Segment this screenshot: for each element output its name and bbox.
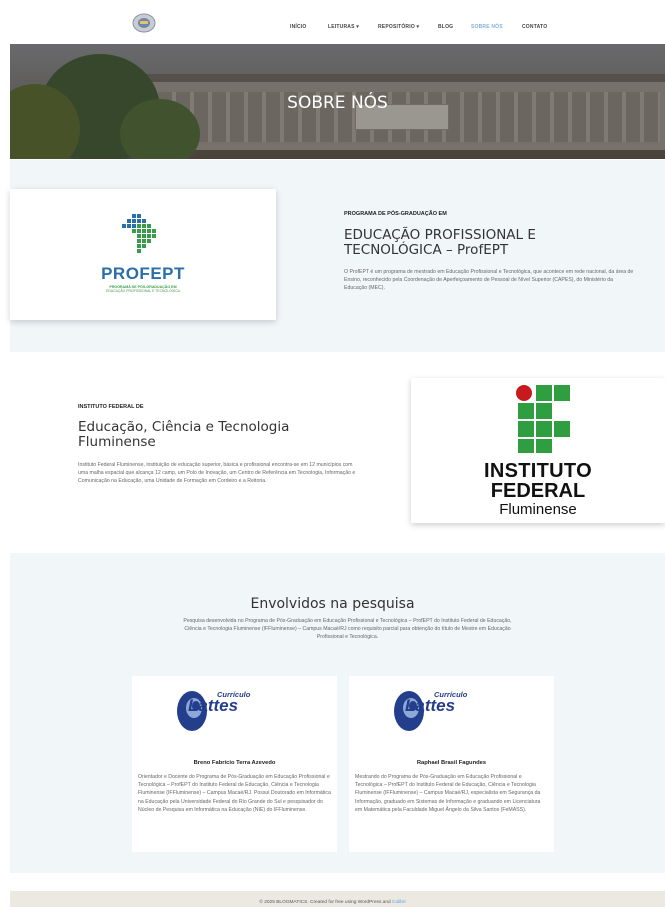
researcher-name: Raphael Brasil Fagundes <box>416 760 487 766</box>
profept-logo-name: PROFEPT <box>101 264 185 283</box>
main-nav: INÍCIO LEITURAS ▾ REPOSITÓRIO ▾ BLOG SOB… <box>0 24 665 34</box>
profept-logo-card: PROFEPT PROGRAMA DE PÓS-GRADUAÇÃO EM EDU… <box>10 189 276 320</box>
nav-blog[interactable]: BLOG <box>438 24 453 30</box>
iff-description: Instituto Federal Fluminense, instituiçã… <box>78 462 356 485</box>
iff-title: Educação, Ciência e Tecnologia Fluminens… <box>78 419 290 450</box>
profept-description: O ProfEPT é um programa de mestrado em E… <box>344 269 634 292</box>
researcher-card: Currículo Lattes Breno Fabrício Terra Az… <box>132 676 337 852</box>
iff-logo-line-2: FEDERAL <box>490 480 586 502</box>
nav-inicio[interactable]: INÍCIO <box>290 24 306 30</box>
nav-sobre-nos[interactable]: SOBRE NÓS <box>471 24 503 30</box>
page-title: SOBRE NÓS <box>287 93 388 113</box>
profept-logo-subtitle-2: EDUCAÇÃO PROFISSIONAL E TECNOLÓGICA <box>106 289 180 293</box>
nav-leituras[interactable]: LEITURAS ▾ <box>328 24 359 30</box>
iff-logo-card: INSTITUTO FEDERAL Fluminense <box>411 378 665 523</box>
researcher-bio: Orientador e Docente do Programa de Pós-… <box>138 774 331 813</box>
lattes-logo-big: Lattes <box>405 696 456 715</box>
footer-colibri-link[interactable]: Colibri <box>392 900 406 905</box>
iff-kicker: INSTITUTO FEDERAL DE <box>78 404 144 410</box>
researcher-name: Breno Fabrício Terra Azevedo <box>193 760 276 766</box>
hero-banner: SOBRE NÓS <box>10 44 665 159</box>
lattes-logo-big: Lattes <box>188 696 239 715</box>
nav-repositorio[interactable]: REPOSITÓRIO ▾ <box>378 24 419 30</box>
researcher-bio: Mestrando do Programa de Pós-Graduação e… <box>355 774 541 813</box>
footer-copyright: © 2025 BLOGMATICS. Created for free usin… <box>0 900 665 905</box>
profept-logo-mark <box>122 214 156 253</box>
iff-logo-mark <box>516 385 570 453</box>
iff-logo-line-1: INSTITUTO <box>484 460 592 482</box>
profept-title: EDUCAÇÃO PROFISSIONAL E TECNOLÓGICA – Pr… <box>344 227 536 258</box>
footer-text: © 2025 BLOGMATICS. Created for free usin… <box>259 900 391 905</box>
researchers-description: Pesquisa desenvolvida no Programa de Pós… <box>183 618 512 641</box>
iff-logo-line-3: Fluminense <box>499 501 577 518</box>
nav-contato[interactable]: CONTATO <box>522 24 547 30</box>
site-header: INÍCIO LEITURAS ▾ REPOSITÓRIO ▾ BLOG SOB… <box>0 0 665 44</box>
researcher-card: Currículo Lattes Raphael Brasil Fagundes… <box>349 676 554 852</box>
profept-kicker: PROGRAMA DE PÓS-GRADUAÇÃO EM <box>344 211 447 217</box>
researchers-title: Envolvidos na pesquisa <box>250 596 415 612</box>
